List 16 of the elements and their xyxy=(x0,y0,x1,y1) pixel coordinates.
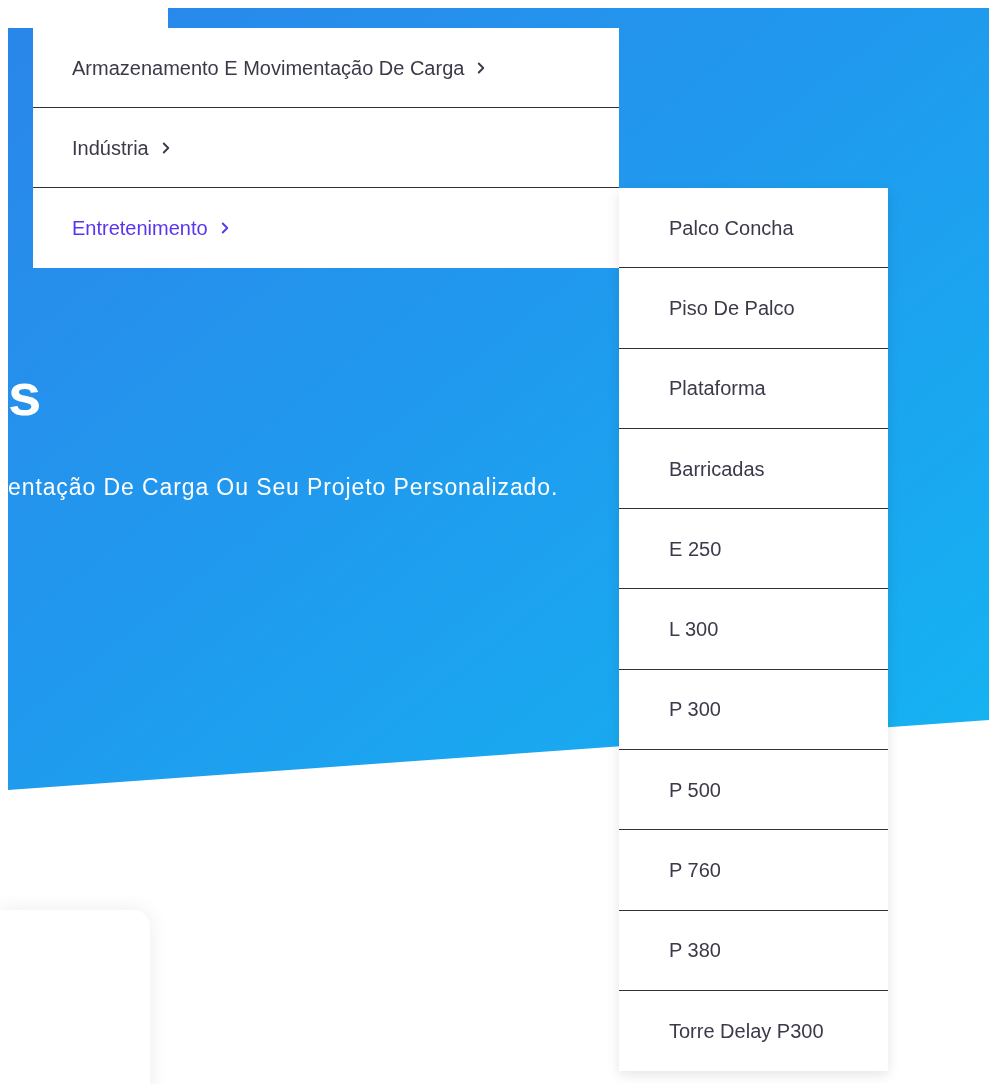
submenu-item[interactable]: Barricadas xyxy=(619,428,888,510)
submenu-item[interactable]: Torre Delay P300 xyxy=(619,990,888,1072)
hero-heading: s xyxy=(8,360,42,430)
submenu-item[interactable]: P 760 xyxy=(619,830,888,911)
menu-item[interactable]: Entretenimento xyxy=(33,188,619,268)
menu-item[interactable]: Indústria xyxy=(33,108,619,188)
menu-item[interactable]: Armazenamento E Movimentação De Carga xyxy=(33,28,619,108)
submenu-item[interactable]: Palco Concha xyxy=(619,188,888,269)
submenu-item[interactable]: L 300 xyxy=(619,589,888,670)
submenu-item[interactable]: Plataforma xyxy=(619,348,888,429)
submenu-item[interactable]: P 380 xyxy=(619,910,888,991)
submenu-item[interactable]: P 300 xyxy=(619,669,888,751)
submenu-item[interactable]: P 500 xyxy=(619,750,888,831)
hero-subtitle: entação De Carga Ou Seu Projeto Personalizado. xyxy=(8,473,559,502)
submenu-item[interactable]: E 250 xyxy=(619,509,888,590)
submenu-item[interactable]: Piso De Palco xyxy=(619,268,888,349)
